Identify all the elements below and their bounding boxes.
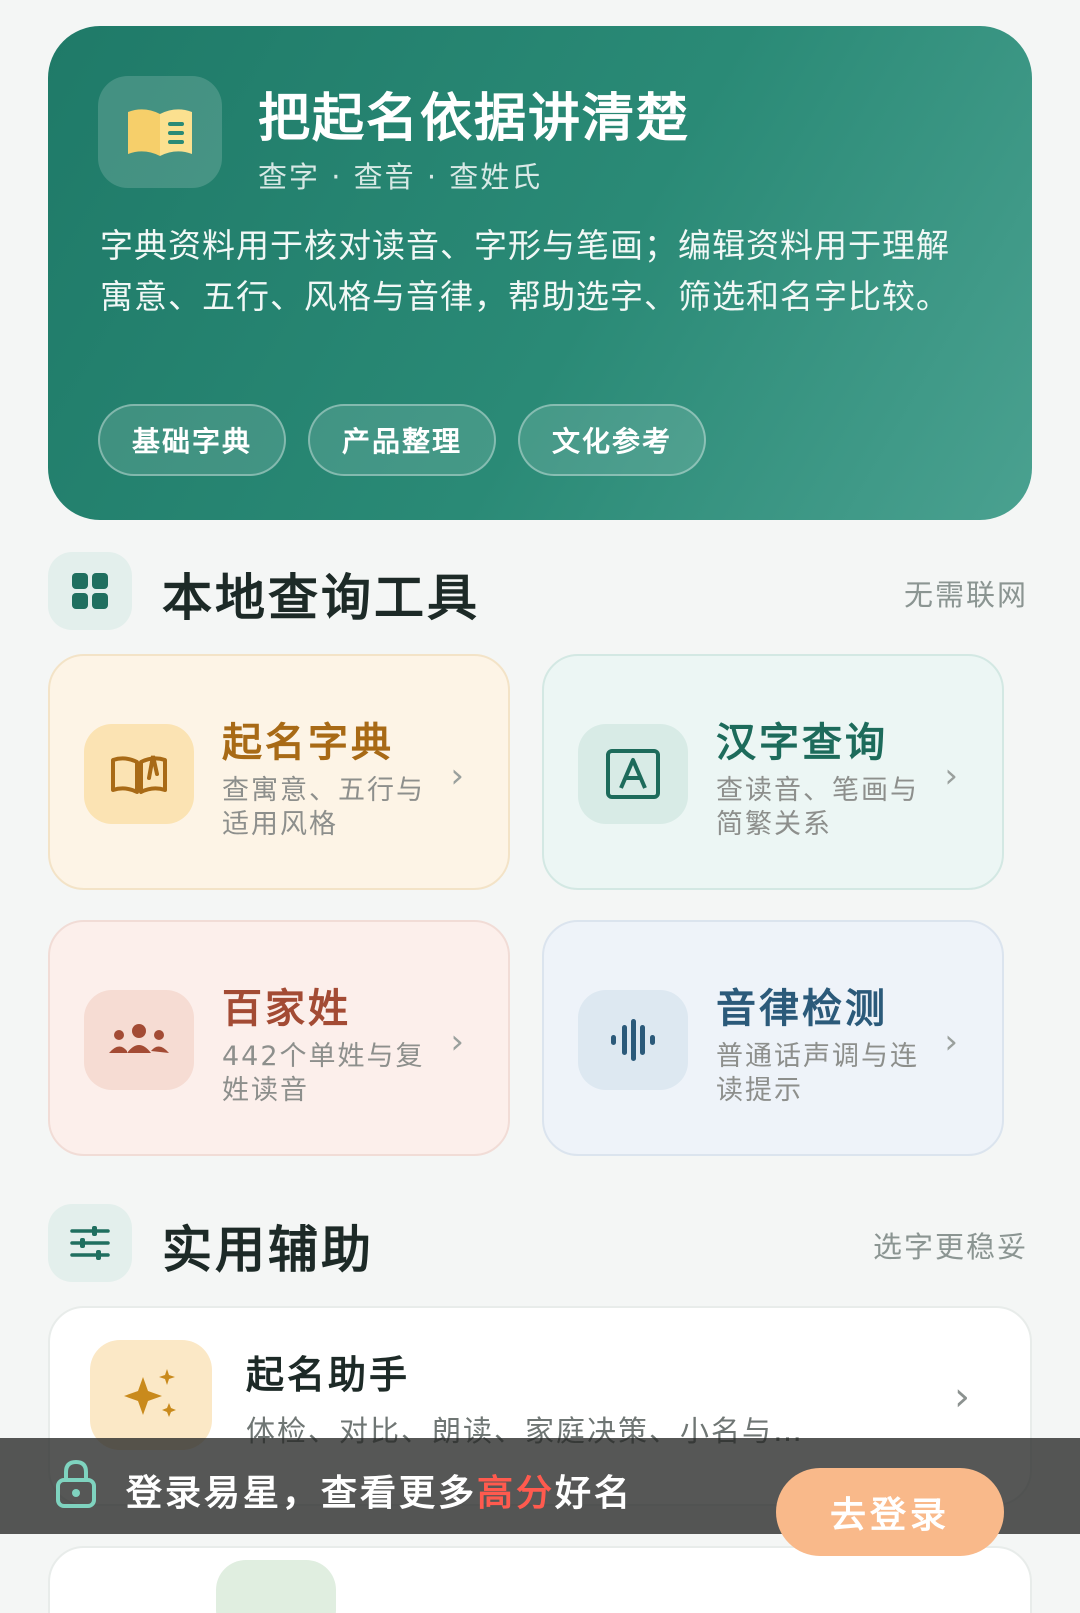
tool-description: 查寓意、五行与适用风格 [222, 775, 425, 840]
grid-icon [48, 552, 132, 630]
book-icon [98, 76, 222, 188]
assistant-title: 起名助手 [246, 1353, 411, 1397]
open-book-icon [84, 724, 194, 824]
chevron-right-icon: › [944, 1022, 958, 1062]
tool-description: 查读音、笔画与简繁关系 [716, 775, 919, 840]
login-prompt: 登录易星，查看更多高分好名 [126, 1464, 633, 1516]
tool-title: 音律检测 [716, 986, 888, 1032]
tag-culture-reference[interactable]: 文化参考 [518, 404, 707, 476]
section-practical-assist: 实用辅助 选字更稳妥 [48, 1204, 1032, 1284]
section-local-tools: 本地查询工具 无需联网 [48, 552, 1032, 632]
tool-card-surnames[interactable]: 百家姓 442个单姓与复姓读音 › [48, 920, 510, 1156]
chevron-right-icon: › [450, 756, 464, 796]
hero-title: 把起名依据讲清楚 [258, 89, 691, 149]
chevron-right-icon: › [954, 1374, 970, 1420]
section-note: 选字更稳妥 [872, 1230, 1028, 1264]
hero-subtitle: 查字 · 查音 · 查姓氏 [258, 160, 543, 194]
chevron-right-icon: › [944, 756, 958, 796]
tool-title: 起名字典 [222, 720, 394, 766]
tool-card-rhythm-check[interactable]: 音律检测 普通话声调与连读提示 › [542, 920, 1004, 1156]
letter-a-icon [578, 724, 688, 824]
section-title: 本地查询工具 [162, 569, 480, 627]
tool-description: 442个单姓与复姓读音 [222, 1041, 425, 1106]
lock-icon [54, 1458, 98, 1514]
hero-tag-list: 基础字典 产品整理 文化参考 [98, 404, 707, 476]
tool-description: 普通话声调与连读提示 [716, 1041, 919, 1106]
hero-description: 字典资料用于核对读音、字形与笔画；编辑资料用于理解寓意、五行、风格与音律，帮助选… [100, 226, 950, 316]
sparkle-icon [90, 1340, 212, 1450]
tool-title: 百家姓 [222, 986, 351, 1032]
soundwave-icon [578, 990, 688, 1090]
hero-card: 把起名依据讲清楚 查字 · 查音 · 查姓氏 字典资料用于核对读音、字形与笔画；… [48, 26, 1032, 520]
login-prompt-text-end: 好名 [555, 1473, 634, 1514]
chevron-right-icon: › [450, 1022, 464, 1062]
login-prompt-text: 登录易星，查看更多 [126, 1473, 478, 1514]
next-card-peek [48, 1546, 1032, 1613]
tool-title: 汉字查询 [716, 720, 888, 766]
section-title: 实用辅助 [162, 1221, 374, 1279]
section-note: 无需联网 [903, 578, 1028, 612]
people-icon [84, 990, 194, 1090]
login-button[interactable]: 去登录 [776, 1468, 1004, 1556]
tool-card-naming-dictionary[interactable]: 起名字典 查寓意、五行与适用风格 › [48, 654, 510, 890]
sliders-icon [48, 1204, 132, 1282]
tool-card-character-lookup[interactable]: 汉字查询 查读音、笔画与简繁关系 › [542, 654, 1004, 890]
tag-product-curation[interactable]: 产品整理 [308, 404, 497, 476]
card-icon-peek [216, 1560, 336, 1613]
tag-basic-dictionary[interactable]: 基础字典 [98, 404, 287, 476]
login-prompt-highlight: 高分 [477, 1473, 556, 1514]
